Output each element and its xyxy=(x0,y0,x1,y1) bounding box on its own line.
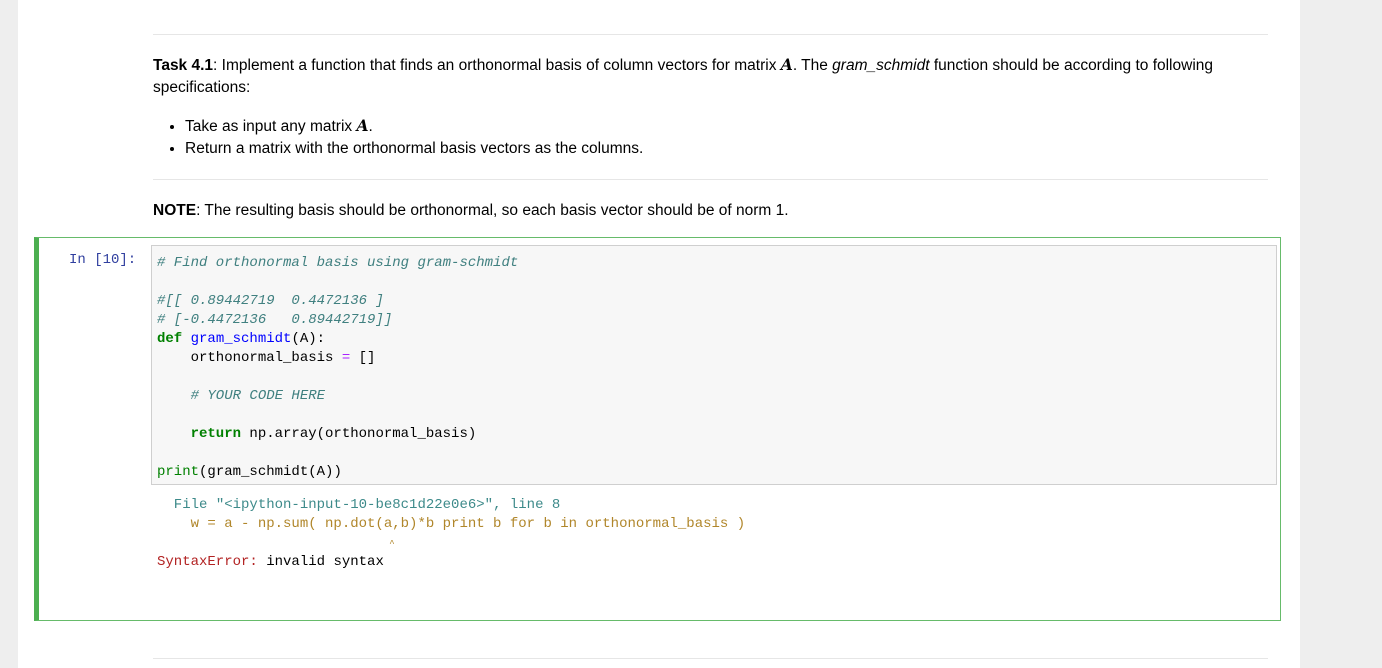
code-text[interactable]: # Find orthonormal basis using gram-schm… xyxy=(157,254,518,482)
list-item: Take as input any matrix A. xyxy=(185,115,1268,138)
note-label: NOTE xyxy=(153,202,197,219)
error-type: SyntaxError: xyxy=(157,554,258,570)
markdown-cell-note[interactable]: NOTE: The resulting basis should be orth… xyxy=(153,200,1268,222)
cell-output: File "<ipython-input-10-be8c1d22e0e6>", … xyxy=(157,497,746,570)
task-paragraph: Task 4.1: Implement a function that find… xyxy=(153,55,1214,96)
task-label: Task 4.1 xyxy=(153,57,214,74)
markdown-cell-task[interactable]: Task 4.1: Implement a function that find… xyxy=(153,54,1268,160)
divider xyxy=(153,658,1268,659)
error-message: invalid syntax xyxy=(257,554,384,570)
function-name: gram_schmidt xyxy=(832,57,930,74)
error-caret: ^ xyxy=(157,539,395,549)
matrix-symbol: A xyxy=(780,55,793,74)
divider xyxy=(153,34,1268,35)
list-item: Return a matrix with the orthonormal bas… xyxy=(185,138,1268,160)
notebook-container: Task 4.1: Implement a function that find… xyxy=(18,0,1300,668)
spec-list: Take as input any matrix A. Return a mat… xyxy=(153,115,1268,160)
divider xyxy=(153,179,1268,180)
code-cell[interactable]: In [10]: # Find orthonormal basis using … xyxy=(34,237,1281,621)
cell-prompt: In [10]: xyxy=(69,252,137,268)
error-source-line: w = a - np.sum( np.dot(a,b)*b print b fo… xyxy=(157,516,746,532)
code-editor[interactable]: # Find orthonormal basis using gram-schm… xyxy=(151,245,1277,485)
